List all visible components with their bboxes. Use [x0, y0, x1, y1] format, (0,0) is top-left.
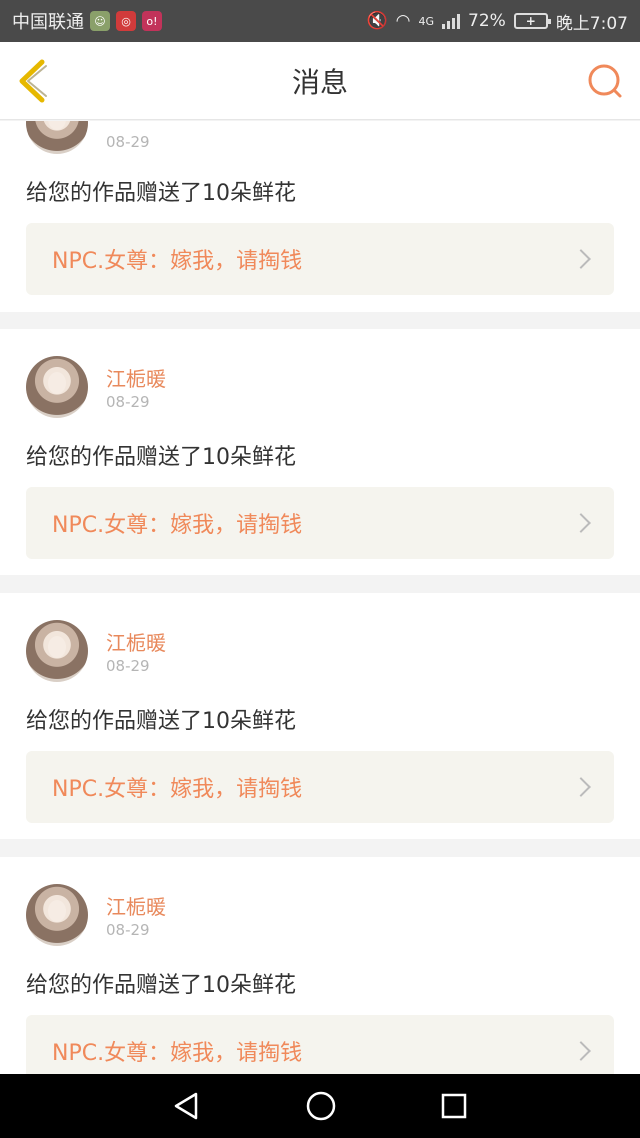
message-card: 江栀暖 08-29 给您的作品赠送了10朵鲜花 NPC.女尊：嫁我，请掏钱: [0, 329, 640, 575]
back-triangle-icon[interactable]: [172, 1091, 202, 1121]
carrier-label: 中国联通: [12, 12, 84, 33]
message-date: 08-29: [106, 133, 150, 151]
message-card: 江栀暖 08-29 给您的作品赠送了10朵鲜花 NPC.女尊：嫁我，请掏钱: [0, 593, 640, 839]
wechat-app-icon: ☺: [90, 11, 110, 31]
work-title: NPC.女尊：嫁我，请掏钱: [52, 1041, 303, 1066]
signal-icon: [442, 13, 461, 29]
message-text: 给您的作品赠送了10朵鲜花: [26, 709, 296, 734]
work-link[interactable]: NPC.女尊：嫁我，请掏钱: [26, 751, 614, 823]
page-title: 消息: [291, 65, 348, 99]
chevron-right-icon: [571, 249, 591, 269]
message-text: 给您的作品赠送了10朵鲜花: [26, 181, 296, 206]
wifi-icon: ◠: [395, 11, 411, 31]
avatar[interactable]: [26, 620, 88, 682]
battery-icon: +: [513, 13, 551, 29]
chevron-right-icon: [571, 777, 591, 797]
work-link[interactable]: NPC.女尊：嫁我，请掏钱: [26, 223, 614, 295]
avatar[interactable]: [26, 884, 88, 946]
header-bar: 消息: [0, 42, 640, 120]
sender-name[interactable]: 江栀暖: [106, 363, 166, 392]
message-date: 08-29: [106, 921, 150, 939]
search-button[interactable]: [586, 62, 624, 100]
work-title: NPC.女尊：嫁我，请掏钱: [52, 249, 303, 274]
message-list[interactable]: 08-29 给您的作品赠送了10朵鲜花 NPC.女尊：嫁我，请掏钱 江栀暖 08…: [0, 121, 640, 1074]
message-date: 08-29: [106, 657, 150, 675]
work-link[interactable]: NPC.女尊：嫁我，请掏钱: [26, 1015, 614, 1074]
clock: 晚上7:07: [555, 13, 628, 34]
netease-app-icon: ◎: [116, 11, 136, 31]
battery-percent: 72%: [468, 11, 506, 31]
work-link[interactable]: NPC.女尊：嫁我，请掏钱: [26, 487, 614, 559]
message-text: 给您的作品赠送了10朵鲜花: [26, 445, 296, 470]
work-title: NPC.女尊：嫁我，请掏钱: [52, 777, 303, 802]
back-button[interactable]: [14, 58, 54, 104]
message-date: 08-29: [106, 393, 150, 411]
home-circle-icon[interactable]: [305, 1090, 337, 1122]
work-title: NPC.女尊：嫁我，请掏钱: [52, 513, 303, 538]
message-text: 给您的作品赠送了10朵鲜花: [26, 973, 296, 998]
network-label: 4G: [418, 14, 435, 28]
avatar[interactable]: [26, 356, 88, 418]
recents-square-icon[interactable]: [440, 1092, 468, 1120]
message-card: 江栀暖 08-29 给您的作品赠送了10朵鲜花 NPC.女尊：嫁我，请掏钱: [0, 857, 640, 1074]
app-badge-icon: o!: [142, 11, 162, 31]
status-bar: 中国联通 ☺ ◎ o! 🔇 ◠ 4G 72% + 晚上7:07: [0, 0, 640, 42]
chevron-right-icon: [571, 513, 591, 533]
mute-icon: 🔇: [366, 11, 388, 31]
sender-name[interactable]: 江栀暖: [106, 891, 166, 920]
chevron-right-icon: [571, 1041, 591, 1061]
sender-name[interactable]: 江栀暖: [106, 627, 166, 656]
message-card: 08-29 给您的作品赠送了10朵鲜花 NPC.女尊：嫁我，请掏钱: [0, 121, 640, 312]
avatar[interactable]: [26, 121, 88, 154]
search-icon: [588, 64, 622, 98]
back-arrow-icon: [19, 59, 47, 103]
system-nav-bar: [0, 1074, 640, 1138]
